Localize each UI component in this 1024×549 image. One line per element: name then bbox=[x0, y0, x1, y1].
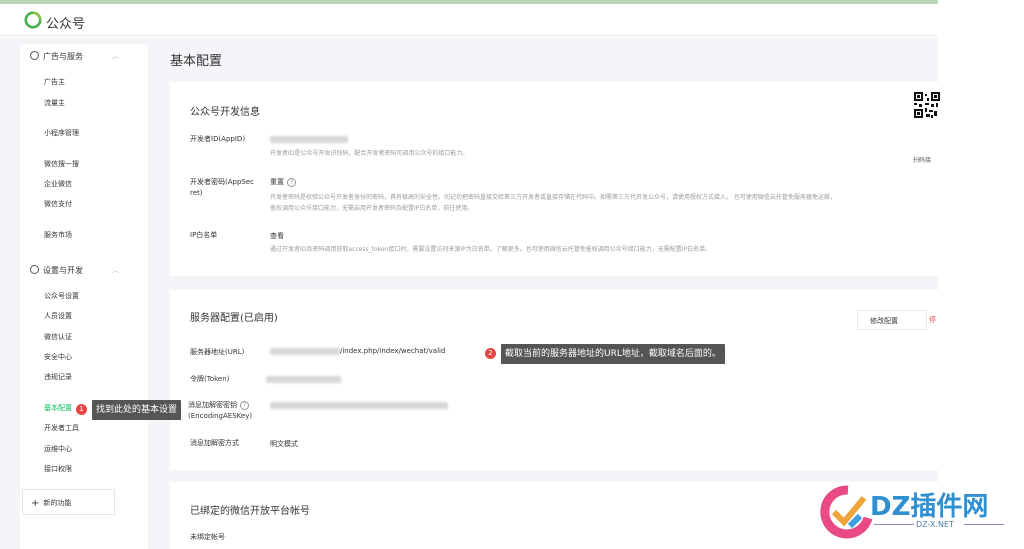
ip-whitelist-label: IP白名单 bbox=[190, 231, 218, 239]
sidebar-item-api-permissions[interactable]: 接口权限 bbox=[44, 464, 72, 474]
token-value-redacted bbox=[266, 376, 341, 383]
sidebar: 广告与服务 ︿ 广告主 流量主 小程序管理 微信搜一搜 企业微信 微信支付 服务… bbox=[20, 44, 148, 549]
server-url-path: /index.php/index/wechat/valid bbox=[340, 347, 446, 355]
sidebar-item-staff[interactable]: 人员设置 bbox=[44, 311, 72, 321]
appid-value-redacted bbox=[270, 136, 348, 143]
qr-caption: 扫码接 bbox=[913, 157, 932, 164]
appid-description: 开发者ID是公众号开发识别码，配合开发者密码可调用公众号的接口能力。 bbox=[270, 150, 469, 157]
top-bar: 公众号 bbox=[0, 4, 938, 36]
page-title: 基本配置 bbox=[170, 54, 223, 69]
chevron-up-icon: ︿ bbox=[112, 52, 119, 60]
sidebar-item-miniprogram[interactable]: 小程序管理 bbox=[44, 128, 79, 138]
secret-label: 开发者密码(AppSec ret) bbox=[190, 177, 254, 199]
qr-code-icon bbox=[914, 92, 940, 150]
sidebar-item-search[interactable]: 微信搜一搜 bbox=[44, 159, 79, 169]
sidebar-item-basic-config[interactable]: 基本配置 bbox=[44, 403, 72, 413]
secret-reset-label: 重置 bbox=[270, 178, 284, 186]
server-url-domain-redacted bbox=[270, 348, 340, 355]
sidebar-item-violations[interactable]: 违规记录 bbox=[44, 372, 72, 382]
help-icon[interactable]: ? bbox=[240, 401, 249, 410]
new-function-label: 新的功能 bbox=[43, 499, 72, 507]
dev-info-title: 公众号开发信息 bbox=[190, 107, 260, 118]
stop-button[interactable]: 停 bbox=[929, 310, 936, 330]
sidebar-item-work-wechat[interactable]: 企业微信 bbox=[44, 179, 72, 189]
dev-info-card: 公众号开发信息 开发者ID(AppID) 开发者ID是公众号开发识别码，配合开发… bbox=[170, 82, 938, 276]
sidebar-item-verify[interactable]: 微信认证 bbox=[44, 332, 72, 342]
sidebar-item-account-settings[interactable]: 公众号设置 bbox=[44, 291, 79, 301]
compass-icon bbox=[30, 51, 39, 60]
server-config-card: 服务器配置(已启用) 服务器地址(URL) /index.php/index/w… bbox=[170, 290, 938, 470]
aes-key-label-line1: 消息加解密密钥 bbox=[188, 401, 237, 409]
sidebar-item-security[interactable]: 安全中心 bbox=[44, 352, 72, 362]
sidebar-item-advertiser[interactable]: 广告主 bbox=[44, 77, 65, 87]
help-icon[interactable]: ? bbox=[287, 178, 296, 187]
watermark-divider bbox=[964, 524, 1004, 525]
step-1-tooltip: 找到此处的基本设置 bbox=[92, 400, 182, 420]
secret-label-line1: 开发者密码(AppSec bbox=[190, 178, 255, 186]
sidebar-group-label: 广告与服务 bbox=[43, 52, 83, 61]
chevron-up-icon: ︿ bbox=[112, 266, 119, 274]
aes-key-value-redacted bbox=[270, 402, 448, 409]
watermark-subtext: DZ-X.NET bbox=[916, 520, 954, 529]
aes-key-label: 消息加解密密钥? (EncodingAESKey) bbox=[188, 400, 252, 422]
server-url-label: 服务器地址(URL) bbox=[190, 348, 245, 356]
secret-reset-link[interactable]: 重置? bbox=[270, 177, 296, 187]
modify-config-button[interactable]: 修改配置 bbox=[857, 310, 927, 330]
encrypt-mode-value: 明文模式 bbox=[270, 440, 298, 448]
aes-key-label-line2: (EncodingAESKey) bbox=[188, 412, 253, 420]
step-2-tooltip: 截取当前的服务器地址的URL地址，截取域名后面的。 bbox=[501, 344, 725, 364]
sidebar-item-pay[interactable]: 微信支付 bbox=[44, 199, 72, 209]
unbound-account-label: 未绑定帐号 bbox=[190, 533, 225, 541]
server-config-title: 服务器配置(已启用) bbox=[190, 313, 278, 324]
logo-icon bbox=[24, 11, 42, 29]
sidebar-group-ads[interactable]: 广告与服务 ︿ bbox=[30, 51, 119, 62]
encrypt-mode-label: 消息加解密方式 bbox=[190, 439, 239, 447]
sidebar-item-dev-tools[interactable]: 开发者工具 bbox=[44, 423, 79, 433]
ip-whitelist-view-link[interactable]: 查看 bbox=[270, 231, 284, 241]
plus-icon: + bbox=[31, 498, 40, 509]
bound-account-title: 已绑定的微信开放平台帐号 bbox=[190, 506, 310, 517]
token-label: 令牌(Token) bbox=[190, 375, 230, 383]
ip-whitelist-description: 通过开发者ID及密码调用获取access_token接口时，需要设置访问来源IP… bbox=[270, 246, 712, 253]
gear-icon bbox=[30, 265, 39, 274]
step-2-badge: 2 bbox=[485, 348, 496, 359]
step-1-badge: 1 bbox=[76, 404, 87, 415]
sidebar-group-settings[interactable]: 设置与开发 ︿ bbox=[30, 265, 119, 276]
sidebar-item-publisher[interactable]: 流量主 bbox=[44, 98, 65, 108]
secret-description-line2: 鉴权调用公众号接口能力，无需启用开发者密码及配置IP白名单，前往使用。 bbox=[270, 205, 474, 212]
sidebar-group-label: 设置与开发 bbox=[43, 266, 83, 275]
app-name: 公众号 bbox=[46, 17, 86, 32]
new-function-button[interactable]: + 新的功能 bbox=[22, 489, 115, 515]
watermark-text: DZ插件网 bbox=[870, 492, 989, 522]
appid-label: 开发者ID(AppID) bbox=[190, 135, 246, 143]
sidebar-item-ops[interactable]: 运维中心 bbox=[44, 444, 72, 454]
secret-label-line2: ret) bbox=[190, 189, 203, 197]
watermark-divider bbox=[874, 524, 914, 525]
sidebar-item-market[interactable]: 服务市场 bbox=[44, 230, 72, 240]
